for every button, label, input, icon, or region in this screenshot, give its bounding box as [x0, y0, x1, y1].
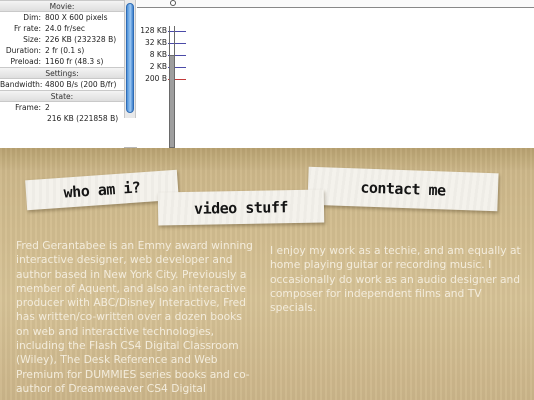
stat-value: 2: [45, 103, 50, 112]
movie-section-header: Movie:: [0, 0, 124, 12]
graph-label-2kb: 2 KB: [149, 62, 167, 71]
frame-size-bar[interactable]: [169, 55, 175, 148]
graph-label-200b: 200 B: [145, 74, 167, 83]
stat-row-duration: Duration: 2 fr (0.1 s): [0, 45, 124, 56]
settings-section-header: Settings:: [0, 67, 124, 79]
stat-row-frame: Frame: 2: [0, 102, 124, 113]
nav-video-stuff-link[interactable]: video stuff: [157, 189, 325, 226]
stat-value: 24.0 fr/sec: [45, 24, 85, 33]
bandwidth-profiler: Movie: Dim: 800 X 600 pixels Fr rate: 24…: [0, 0, 534, 148]
stat-value: 226 KB (232328 B): [45, 35, 117, 44]
playhead-marker[interactable]: [170, 0, 176, 6]
scrollbar-thumb[interactable]: [126, 3, 134, 113]
stat-row-size: Size: 226 KB (232328 B): [0, 34, 124, 45]
stats-scrollbar[interactable]: [124, 0, 136, 118]
profiler-stats-panel: Movie: Dim: 800 X 600 pixels Fr rate: 24…: [0, 0, 124, 148]
stat-label: Frame:: [15, 103, 41, 112]
stat-row-bandwidth: Bandwidth: 4800 B/s (200 B/fr): [0, 79, 124, 90]
stat-row-dim: Dim: 800 X 600 pixels: [0, 12, 124, 23]
graph-label-8kb: 8 KB: [149, 50, 167, 59]
stat-label: Fr rate:: [14, 24, 41, 33]
state-frame-size: 216 KB (221858 B): [47, 114, 119, 123]
stat-label: Dim:: [23, 13, 41, 22]
stat-row-preload: Preload: 1160 fr (48.3 s): [0, 56, 124, 67]
stat-value: 1160 fr (48.3 s): [45, 57, 104, 66]
website-content: who am i? contact me video stuff Fred Ge…: [0, 148, 534, 400]
stat-value: 4800 B/s (200 B/fr): [45, 80, 117, 89]
stat-row-frame-rate: Fr rate: 24.0 fr/sec: [0, 23, 124, 34]
timeline-ruler[interactable]: [137, 0, 534, 8]
stat-value: 2 fr (0.1 s): [45, 46, 85, 55]
bio-paragraph-right: I enjoy my work as a techie, and am equa…: [270, 244, 521, 315]
stat-label: Duration:: [5, 46, 41, 55]
bio-paragraph-left: Fred Gerantabee is an Emmy award winning…: [16, 239, 253, 395]
graph-label-128kb: 128 KB: [140, 26, 167, 35]
bandwidth-graph: 128 KB 32 KB 8 KB 2 KB 200 B: [137, 0, 534, 148]
nav-contact-me-link[interactable]: contact me: [307, 166, 499, 212]
graph-axis-labels: 128 KB 32 KB 8 KB 2 KB 200 B: [137, 22, 167, 92]
graph-label-32kb: 32 KB: [145, 38, 167, 47]
state-section-header: State:: [0, 90, 124, 102]
stat-label: Preload:: [10, 57, 41, 66]
stat-value: 800 X 600 pixels: [45, 13, 108, 22]
stat-label: Bandwidth:: [0, 80, 43, 89]
stat-label: Size:: [23, 35, 41, 44]
frame-bar-outline: [169, 26, 175, 56]
